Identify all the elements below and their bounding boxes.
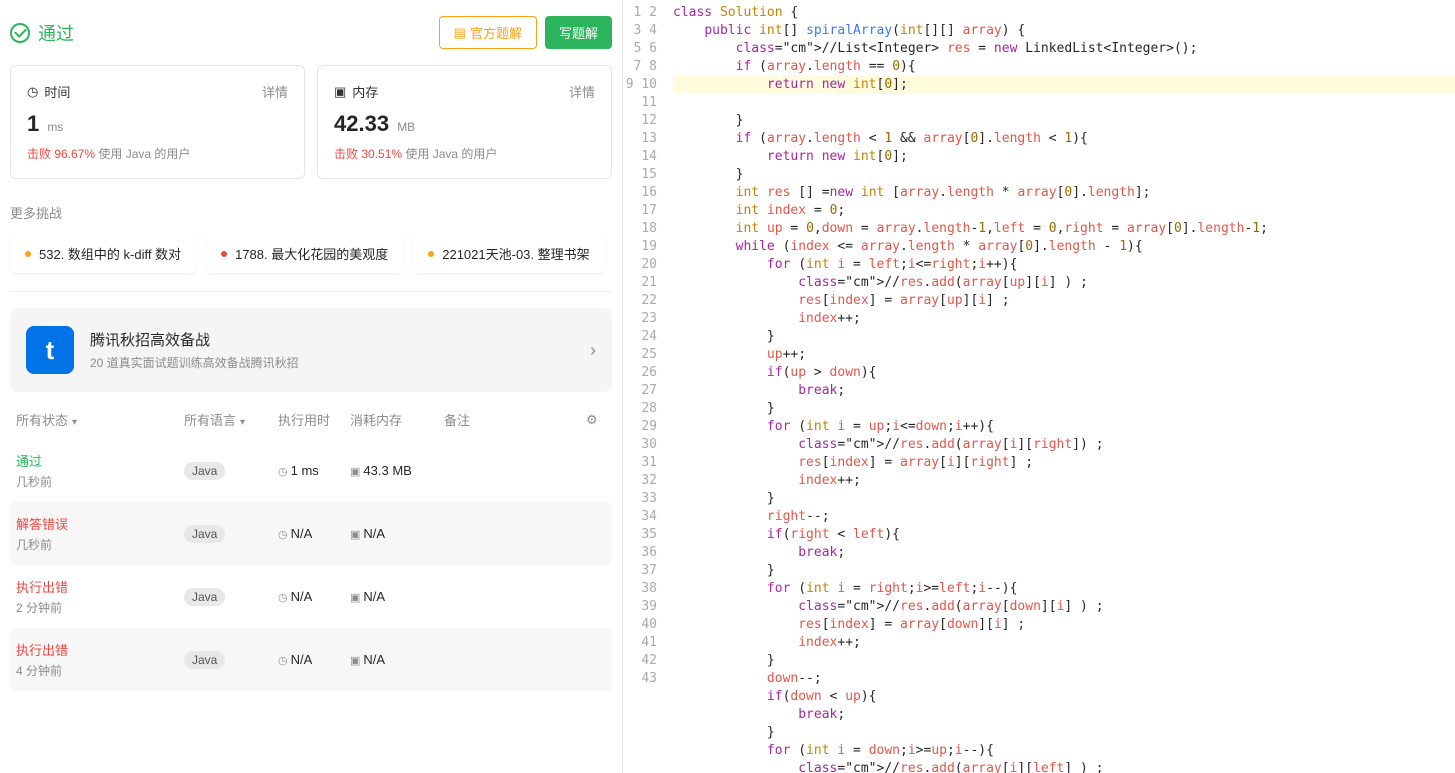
- more-challenges-title: 更多挑战: [10, 203, 612, 222]
- challenge-tag[interactable]: 221021天池-03. 整理书架: [413, 234, 604, 273]
- promo-card[interactable]: t 腾讯秋招高效备战 20 道真实面试题训练高效备战腾讯秋招 ›: [10, 308, 612, 392]
- submissions-body: 通过几秒前 Java ◷1 ms ▣43.3 MB 解答错误几秒前 Java ◷…: [10, 439, 612, 691]
- header-row: 通过 ▤ 官方题解 写题解: [10, 16, 612, 49]
- clock-icon: ◷: [278, 466, 288, 478]
- results-panel: 通过 ▤ 官方题解 写题解 ◷ 时间 详情 1 ms 击败 96.67% 使用 …: [0, 0, 623, 773]
- col-time-header: 执行用时: [278, 410, 350, 429]
- submission-row[interactable]: 执行出错2 分钟前 Java ◷N/A ▣N/A: [10, 565, 612, 628]
- difficulty-dot: [25, 251, 31, 257]
- official-solution-button[interactable]: ▤ 官方题解: [439, 16, 537, 49]
- chevron-down-icon: ▾: [72, 417, 77, 428]
- col-mem-header: 消耗内存: [350, 410, 444, 429]
- chip-icon: ▣: [350, 655, 360, 667]
- filter-lang[interactable]: 所有语言▾: [184, 410, 278, 429]
- filter-status[interactable]: 所有状态▾: [16, 410, 184, 429]
- line-gutter: 1 2 3 4 5 6 7 8 9 10 11 12 13 14 15 16 1…: [623, 0, 673, 773]
- code-area[interactable]: class Solution { public int[] spiralArra…: [673, 0, 1455, 773]
- time-card: ◷ 时间 详情 1 ms 击败 96.67% 使用 Java 的用户: [10, 65, 305, 179]
- promo-title: 腾讯秋招高效备战: [90, 329, 299, 350]
- promo-icon: t: [26, 326, 74, 374]
- lang-badge: Java: [184, 588, 225, 606]
- time-detail-link[interactable]: 详情: [262, 82, 288, 101]
- status-accepted: 通过: [10, 20, 74, 46]
- challenge-tag[interactable]: 532. 数组中的 k-diff 数对: [10, 234, 196, 273]
- chip-icon: ▣: [334, 84, 346, 100]
- gear-icon[interactable]: ⚙: [586, 412, 606, 428]
- submissions-header: 所有状态▾ 所有语言▾ 执行用时 消耗内存 备注 ⚙: [10, 392, 612, 439]
- submission-row[interactable]: 解答错误几秒前 Java ◷N/A ▣N/A: [10, 502, 612, 565]
- stat-cards: ◷ 时间 详情 1 ms 击败 96.67% 使用 Java 的用户 ▣ 内存 …: [10, 65, 612, 179]
- clock-icon: ◷: [278, 592, 288, 604]
- challenge-tags: 532. 数组中的 k-diff 数对 1788. 最大化花园的美观度 221021…: [10, 234, 612, 273]
- lang-badge: Java: [184, 525, 225, 543]
- write-solution-button[interactable]: 写题解: [545, 16, 612, 49]
- chip-icon: ▣: [350, 592, 360, 604]
- divider: [10, 291, 612, 292]
- memory-detail-link[interactable]: 详情: [569, 82, 595, 101]
- chevron-right-icon: ›: [590, 340, 596, 361]
- col-note-header: 备注: [444, 410, 586, 429]
- lang-badge: Java: [184, 462, 225, 480]
- memory-card: ▣ 内存 详情 42.33 MB 击败 30.51% 使用 Java 的用户: [317, 65, 612, 179]
- challenge-tag[interactable]: 1788. 最大化花园的美观度: [206, 234, 403, 273]
- action-buttons: ▤ 官方题解 写题解: [439, 16, 612, 49]
- chip-icon: ▣: [350, 466, 360, 478]
- clock-icon: ◷: [27, 84, 38, 100]
- promo-subtitle: 20 道真实面试题训练高效备战腾讯秋招: [90, 354, 299, 371]
- check-icon: [10, 23, 30, 43]
- chip-icon: ▣: [350, 529, 360, 541]
- difficulty-dot: [428, 251, 434, 257]
- code-editor: 1 2 3 4 5 6 7 8 9 10 11 12 13 14 15 16 1…: [623, 0, 1455, 773]
- difficulty-dot: [221, 251, 227, 257]
- submission-row[interactable]: 通过几秒前 Java ◷1 ms ▣43.3 MB: [10, 439, 612, 502]
- chevron-down-icon: ▾: [240, 417, 245, 428]
- clock-icon: ◷: [278, 655, 288, 667]
- submission-row[interactable]: 执行出错4 分钟前 Java ◷N/A ▣N/A: [10, 628, 612, 691]
- status-label: 通过: [38, 20, 74, 46]
- clock-icon: ◷: [278, 529, 288, 541]
- book-icon: ▤: [454, 25, 466, 41]
- lang-badge: Java: [184, 651, 225, 669]
